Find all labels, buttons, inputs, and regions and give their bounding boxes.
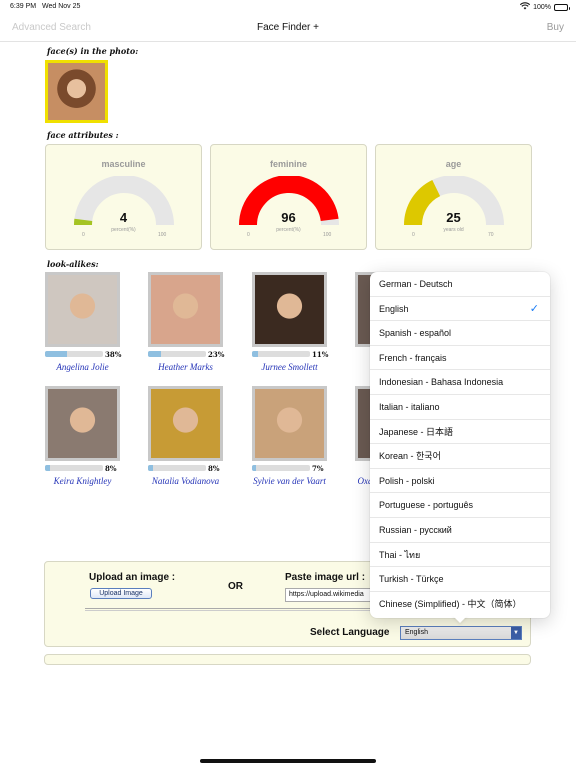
language-option-label: French - français bbox=[379, 352, 447, 363]
language-option[interactable]: French - français bbox=[370, 346, 550, 371]
language-option[interactable]: Italian - italiano bbox=[370, 395, 550, 420]
progress-strip bbox=[44, 654, 531, 665]
lookalike-name-link[interactable]: Keira Knightley bbox=[40, 476, 125, 486]
language-option-label: Polish - polski bbox=[379, 475, 435, 486]
gauge-value: 25 bbox=[446, 210, 461, 225]
gauge-label: age bbox=[445, 159, 462, 169]
gauge-min: 0 bbox=[412, 232, 415, 238]
feminine-gauge-card: feminine 96 percent(%) 0 100 bbox=[210, 144, 367, 250]
gauge-unit: years old bbox=[443, 227, 464, 233]
lookalike-name-link[interactable]: Heather Marks bbox=[143, 362, 228, 372]
gauge-max: 100 bbox=[158, 232, 167, 238]
language-option-label: Indonesian - Bahasa Indonesia bbox=[379, 377, 504, 388]
similarity-bar bbox=[45, 351, 103, 357]
navigation-bar: Advanced Search Face Finder + Buy bbox=[0, 14, 576, 42]
language-option-label: Turkish - Türkçe bbox=[379, 574, 444, 585]
language-option[interactable]: Chinese (Simplified) - 中文（简体） bbox=[370, 592, 550, 617]
language-option[interactable]: Thai - ไทย bbox=[370, 543, 550, 568]
similarity-bar bbox=[148, 465, 206, 471]
status-right: 100% bbox=[520, 2, 570, 12]
attributes-section-title: face attributes : bbox=[47, 130, 119, 140]
lookalike-name-link[interactable]: Sylvie van der Vaart bbox=[247, 476, 332, 486]
select-language-label: Select Language bbox=[310, 627, 390, 638]
language-select[interactable]: English ▼ bbox=[400, 626, 522, 640]
language-option[interactable]: Indonesian - Bahasa Indonesia bbox=[370, 370, 550, 395]
language-option[interactable]: Russian - русский bbox=[370, 518, 550, 543]
wifi-icon bbox=[520, 2, 531, 12]
gauge-min: 0 bbox=[82, 232, 85, 238]
language-option-label: German - Deutsch bbox=[379, 279, 453, 289]
status-time: 6:39 PM bbox=[10, 3, 37, 10]
lookalike-name-link[interactable]: Angelina Jolie bbox=[40, 362, 125, 372]
language-select-value: English bbox=[405, 629, 428, 636]
lookalike-photo[interactable] bbox=[45, 386, 120, 461]
similarity-percent: 11% bbox=[312, 350, 329, 359]
lookalike-photo[interactable] bbox=[148, 386, 223, 461]
gauge-label: masculine bbox=[101, 159, 146, 169]
lookalike-name-link[interactable]: Natalia Vodianova bbox=[143, 476, 228, 486]
lookalike-name-link[interactable]: Jurnee Smollett bbox=[247, 362, 332, 372]
similarity-percent: 7% bbox=[312, 464, 324, 473]
status-date: Wed Nov 25 bbox=[42, 3, 81, 10]
language-option-label: Italian - italiano bbox=[379, 401, 440, 412]
language-option[interactable]: Spanish - español bbox=[370, 321, 550, 346]
paste-url-title: Paste image url : bbox=[285, 572, 366, 583]
language-option-label: Spanish - español bbox=[379, 328, 452, 339]
upload-image-button[interactable]: Upload Image bbox=[90, 588, 152, 599]
chevron-down-icon: ▼ bbox=[511, 627, 521, 639]
language-option-label: Korean - 한국어 bbox=[379, 451, 441, 462]
language-option[interactable]: German - Deutsch bbox=[370, 272, 550, 297]
masculine-gauge-card: masculine 4 percent(%) 0 100 bbox=[45, 144, 202, 250]
similarity-bar bbox=[148, 351, 206, 357]
similarity-percent: 8% bbox=[208, 464, 220, 473]
language-popover: German - Deutsch English ✓ Spanish - españo… bbox=[370, 272, 550, 618]
battery-icon bbox=[554, 3, 570, 11]
similarity-bar bbox=[252, 465, 310, 471]
gauge-unit: percent(%) bbox=[111, 227, 136, 233]
lookalike-photo[interactable] bbox=[252, 272, 327, 347]
similarity-percent: 8% bbox=[105, 464, 117, 473]
page-title: Face Finder + bbox=[257, 22, 319, 33]
language-option[interactable]: English ✓ bbox=[370, 297, 550, 322]
lookalike-photo[interactable] bbox=[252, 386, 327, 461]
gauge-label: feminine bbox=[269, 159, 307, 169]
similarity-bar bbox=[252, 351, 310, 357]
age-gauge-card: age 25 years old 0 70 bbox=[375, 144, 532, 250]
gauge-value: 96 bbox=[281, 210, 296, 225]
language-option-label: Thai - ไทย bbox=[379, 549, 421, 560]
similarity-bar bbox=[45, 465, 103, 471]
upload-title: Upload an image : bbox=[89, 572, 176, 583]
checkmark-icon: ✓ bbox=[529, 302, 539, 315]
faces-section-title: face(s) in the photo: bbox=[47, 46, 139, 56]
language-option-label: Chinese (Simplified) - 中文（简体） bbox=[379, 598, 522, 609]
language-option-label: English bbox=[379, 303, 409, 314]
lookalike-photo[interactable] bbox=[45, 272, 120, 347]
lookalike-photo[interactable] bbox=[148, 272, 223, 347]
language-option[interactable]: Portuguese - português bbox=[370, 493, 550, 518]
similarity-percent: 38% bbox=[105, 350, 122, 359]
popover-arrow bbox=[452, 615, 468, 623]
language-option-label: Portuguese - português bbox=[379, 500, 474, 511]
language-option[interactable]: Polish - polski bbox=[370, 469, 550, 494]
gauge-min: 0 bbox=[247, 232, 250, 238]
gauge-unit: percent(%) bbox=[276, 227, 301, 233]
or-separator: OR bbox=[228, 581, 243, 592]
buy-button[interactable]: Buy bbox=[547, 22, 564, 33]
battery-percent: 100% bbox=[533, 3, 551, 11]
similarity-percent: 23% bbox=[208, 350, 225, 359]
detected-face-thumbnail[interactable] bbox=[45, 60, 108, 123]
language-option[interactable]: Korean - 한국어 bbox=[370, 444, 550, 469]
language-option-label: Russian - русский bbox=[379, 524, 452, 535]
gauge-max: 100 bbox=[323, 232, 332, 238]
gauge-value: 4 bbox=[119, 210, 128, 225]
gauge-max: 70 bbox=[488, 232, 494, 238]
status-bar: 6:39 PM Wed Nov 25 100% bbox=[0, 0, 576, 14]
language-option-label: Japanese - 日本語 bbox=[379, 426, 454, 437]
language-option[interactable]: Turkish - Türkçe bbox=[370, 567, 550, 592]
language-option[interactable]: Japanese - 日本語 bbox=[370, 420, 550, 445]
home-indicator[interactable] bbox=[200, 759, 376, 763]
lookalikes-section-title: look-alikes: bbox=[47, 259, 99, 269]
